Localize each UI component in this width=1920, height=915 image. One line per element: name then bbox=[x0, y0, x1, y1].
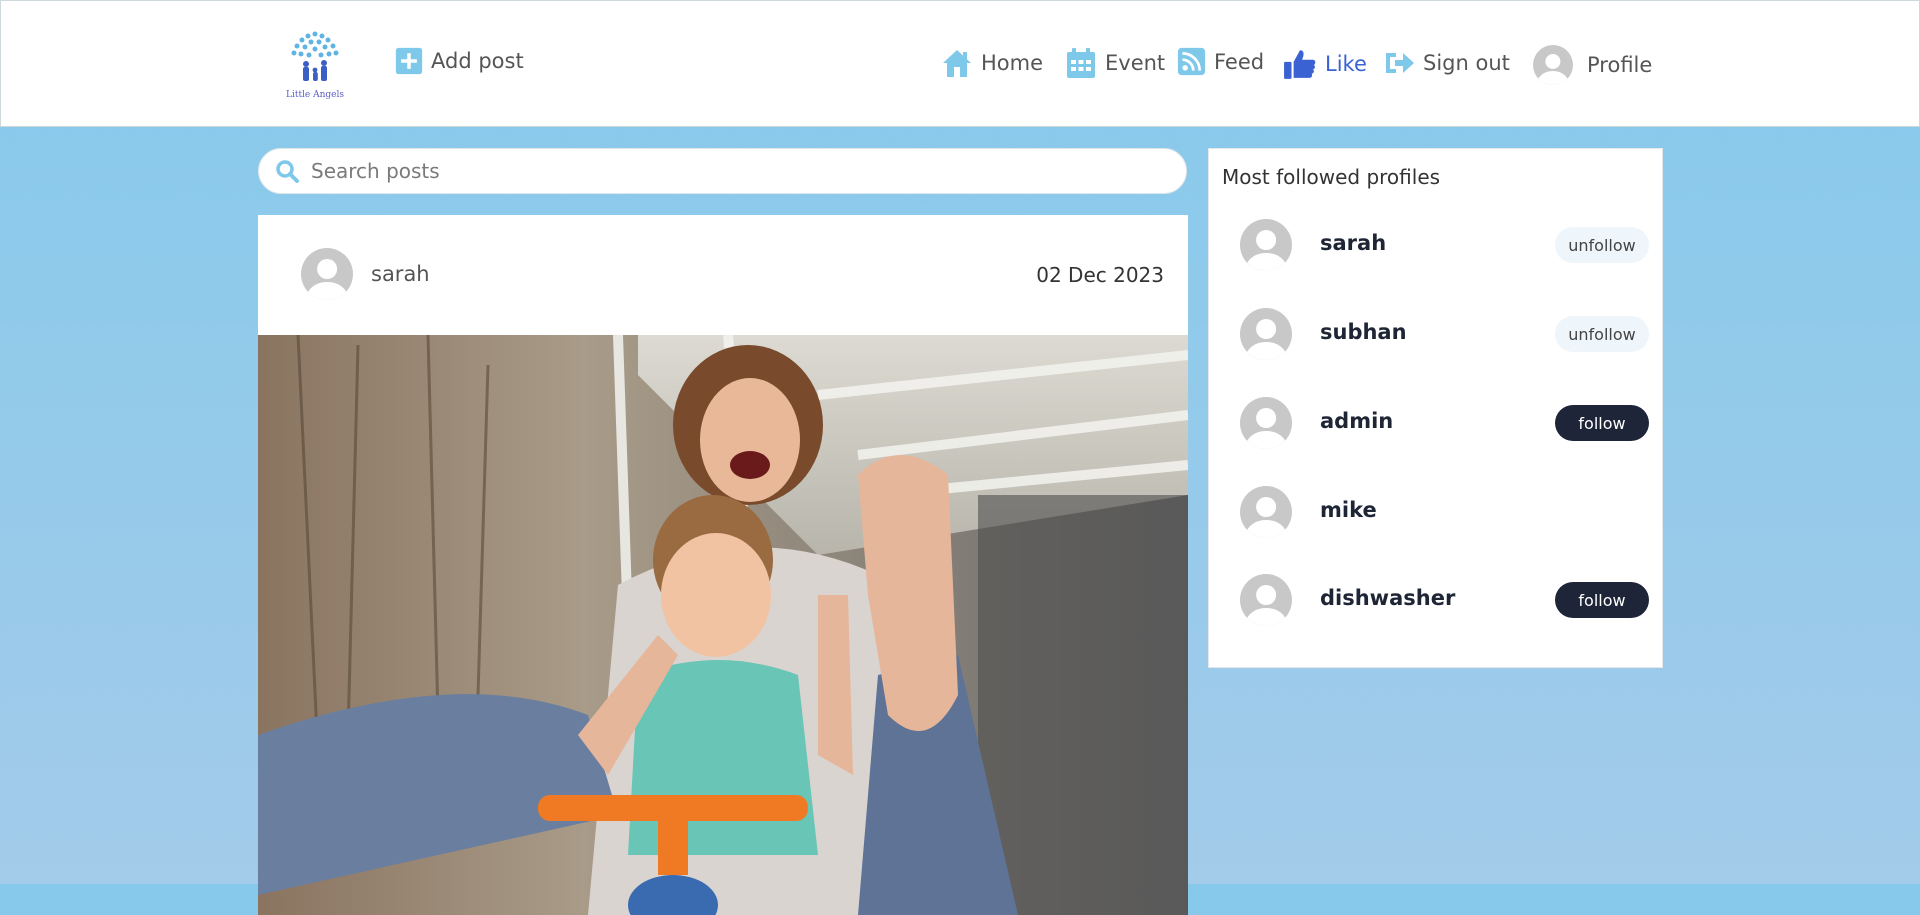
nav-sign-out[interactable]: Sign out bbox=[1383, 47, 1510, 79]
profile-avatar[interactable] bbox=[1240, 308, 1292, 360]
profile-row: admin follow bbox=[1209, 393, 1664, 453]
profile-avatar[interactable] bbox=[1240, 219, 1292, 271]
post-author-name: sarah bbox=[371, 262, 430, 286]
most-followed-panel: Most followed profiles sarah unfollow su… bbox=[1208, 148, 1663, 668]
add-post-button[interactable]: Add post bbox=[395, 47, 524, 75]
panel-title: Most followed profiles bbox=[1222, 165, 1441, 189]
profile-name[interactable]: dishwasher bbox=[1320, 586, 1455, 610]
logo-text: Little Angels bbox=[285, 90, 345, 100]
follow-button[interactable]: follow bbox=[1555, 582, 1649, 618]
profile-name[interactable]: subhan bbox=[1320, 320, 1407, 344]
nav-like[interactable]: Like bbox=[1283, 47, 1367, 81]
sign-out-icon bbox=[1386, 53, 1414, 73]
author-avatar bbox=[301, 248, 353, 300]
nav-feed[interactable]: Feed bbox=[1177, 47, 1264, 76]
post-date: 02 Dec 2023 bbox=[1036, 263, 1164, 287]
follow-button[interactable]: follow bbox=[1555, 405, 1649, 441]
profile-avatar bbox=[1533, 45, 1573, 85]
profile-avatar[interactable] bbox=[1240, 486, 1292, 538]
profile-name[interactable]: admin bbox=[1320, 409, 1393, 433]
post-image bbox=[258, 335, 1188, 915]
search-bar bbox=[258, 148, 1187, 194]
nav-sign-out-label: Sign out bbox=[1423, 51, 1510, 75]
nav-profile-label: Profile bbox=[1587, 53, 1653, 77]
nav-profile[interactable]: Profile bbox=[1533, 45, 1652, 85]
profile-avatar[interactable] bbox=[1240, 397, 1292, 449]
profile-row: subhan unfollow bbox=[1209, 304, 1664, 364]
search-icon bbox=[276, 160, 299, 183]
nav-home[interactable]: Home bbox=[941, 47, 1043, 79]
navbar: Little Angels Add post Home Event Feed L… bbox=[0, 0, 1920, 127]
nav-feed-label: Feed bbox=[1214, 49, 1265, 74]
nav-event[interactable]: Event bbox=[1065, 47, 1165, 79]
profile-row: mike bbox=[1209, 482, 1664, 542]
profile-avatar[interactable] bbox=[1240, 574, 1292, 626]
post-author[interactable]: sarah bbox=[301, 248, 430, 300]
nav-like-label: Like bbox=[1325, 52, 1367, 76]
rss-icon bbox=[1177, 47, 1206, 76]
unfollow-button[interactable]: unfollow bbox=[1555, 316, 1649, 352]
home-icon bbox=[943, 50, 971, 77]
post-header: sarah 02 Dec 2023 bbox=[258, 215, 1188, 335]
unfollow-button[interactable]: unfollow bbox=[1555, 227, 1649, 263]
thumbs-up-icon bbox=[1284, 50, 1316, 79]
logo[interactable]: Little Angels bbox=[284, 30, 346, 100]
profile-row: sarah unfollow bbox=[1209, 215, 1664, 275]
post-card: sarah 02 Dec 2023 bbox=[258, 215, 1188, 915]
profile-name[interactable]: sarah bbox=[1320, 231, 1386, 255]
profile-row: dishwasher follow bbox=[1209, 570, 1664, 630]
plus-square-icon bbox=[395, 47, 423, 75]
calendar-icon bbox=[1067, 48, 1095, 78]
search-input[interactable] bbox=[309, 158, 1163, 184]
nav-event-label: Event bbox=[1105, 51, 1166, 75]
add-post-label: Add post bbox=[431, 49, 524, 73]
profile-name[interactable]: mike bbox=[1320, 498, 1377, 522]
nav-home-label: Home bbox=[981, 51, 1044, 75]
